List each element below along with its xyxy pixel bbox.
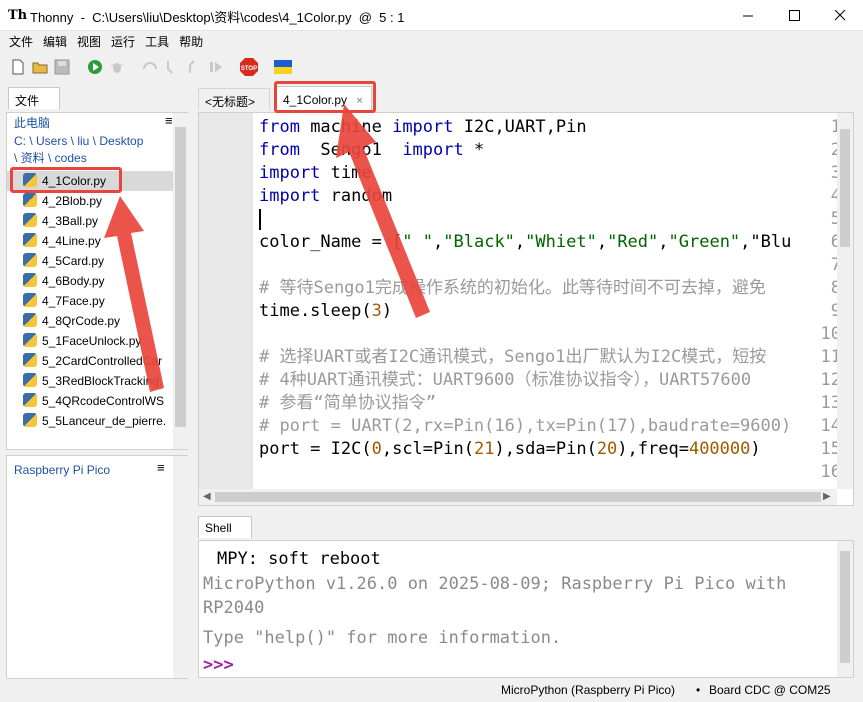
- arrow-to-tab-icon: [336, 104, 430, 318]
- arrow-to-file-icon: [104, 196, 164, 392]
- annotation-arrows: [104, 104, 430, 392]
